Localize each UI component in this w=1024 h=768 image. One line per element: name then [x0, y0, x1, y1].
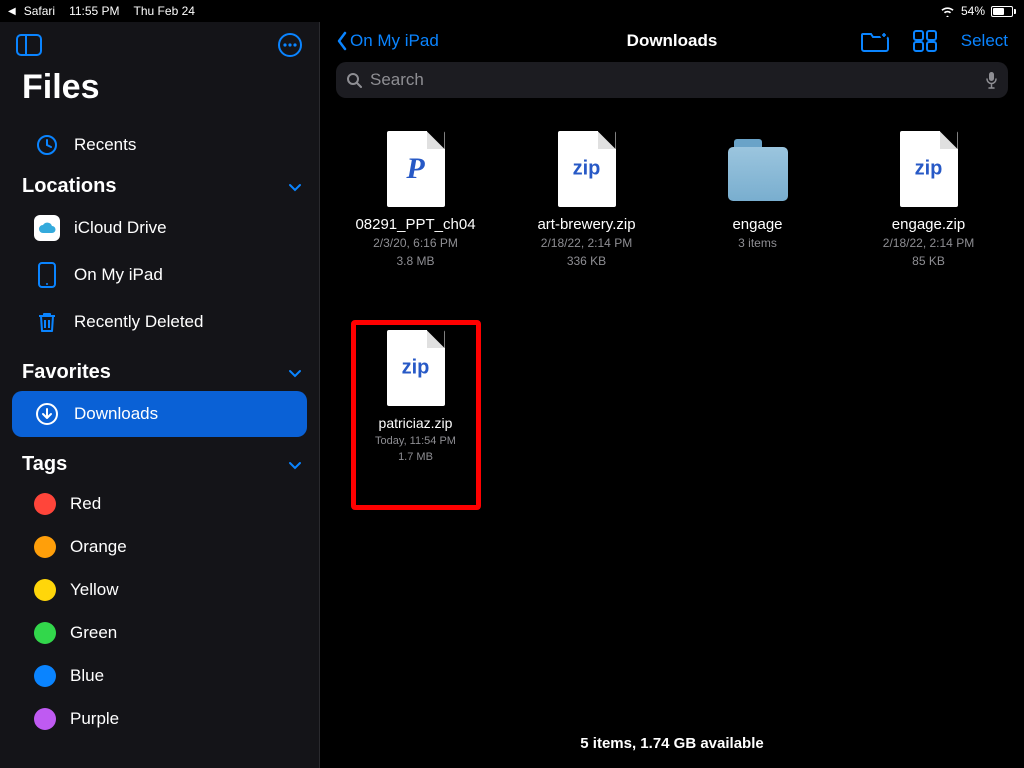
- file-name: patriciaz.zip: [379, 415, 453, 432]
- file-name: engage: [732, 216, 782, 234]
- search-icon: [346, 72, 362, 88]
- sidebar-item-on-my-ipad[interactable]: On My iPad: [12, 252, 307, 298]
- sidebar-tag-purple[interactable]: Purple: [12, 698, 307, 740]
- file-item[interactable]: zip patriciaz.zip Today, 11:54 PM 1.7 MB: [351, 320, 481, 510]
- sidebar-item-icloud-drive[interactable]: iCloud Drive: [12, 205, 307, 251]
- sidebar-title: Files: [0, 62, 319, 121]
- icloud-icon: [34, 215, 60, 241]
- sidebar-tag-red[interactable]: Red: [12, 483, 307, 525]
- files-grid: P 08291_PPT_ch04 2/3/20, 6:16 PM 3.8 MB zi…: [320, 108, 1024, 725]
- tag-dot-icon: [34, 579, 56, 601]
- back-label: On My iPad: [350, 31, 439, 51]
- battery-percent: 54%: [961, 4, 985, 18]
- chevron-left-icon: [336, 31, 348, 51]
- sidebar-item-label: Orange: [70, 537, 127, 557]
- download-icon: [34, 401, 60, 427]
- tag-dot-icon: [34, 622, 56, 644]
- new-folder-button[interactable]: [861, 30, 889, 52]
- sidebar-item-label: On My iPad: [74, 265, 163, 285]
- status-date: Thu Feb 24: [134, 4, 195, 18]
- trash-icon: [34, 309, 60, 335]
- chevron-down-icon: [287, 179, 303, 195]
- back-to-app-label[interactable]: Safari: [24, 4, 55, 18]
- sidebar-item-recents[interactable]: Recents: [12, 122, 307, 168]
- file-date: 2/18/22, 2:14 PM: [541, 236, 632, 252]
- battery-icon: [991, 6, 1016, 17]
- sidebar-item-label: Downloads: [74, 404, 158, 424]
- chevron-down-icon: [287, 457, 303, 473]
- file-name: engage.zip: [892, 216, 965, 234]
- file-date: Today, 11:54 PM: [375, 434, 456, 448]
- sidebar-item-label: Recents: [74, 135, 136, 155]
- sidebar-item-label: Red: [70, 494, 101, 514]
- ipad-icon: [34, 262, 60, 288]
- select-button[interactable]: Select: [961, 31, 1008, 51]
- search-input[interactable]: [370, 70, 977, 90]
- back-button[interactable]: On My iPad: [336, 31, 439, 51]
- file-size: 3.8 MB: [396, 254, 434, 270]
- back-to-app-icon[interactable]: ◀: [8, 6, 16, 17]
- sidebar-tag-blue[interactable]: Blue: [12, 655, 307, 697]
- zip-icon: zip: [387, 330, 445, 406]
- file-size: 1.7 MB: [398, 450, 433, 464]
- tag-dot-icon: [34, 536, 56, 558]
- clock-icon: [34, 132, 60, 158]
- section-header-locations[interactable]: Locations: [0, 169, 319, 204]
- view-mode-button[interactable]: [913, 30, 937, 52]
- status-bar: ◀ Safari 11:55 PM Thu Feb 24 54%: [0, 0, 1024, 22]
- status-time: 11:55 PM: [69, 4, 119, 18]
- file-date: 3 items: [738, 236, 777, 252]
- file-name: 08291_PPT_ch04: [355, 216, 475, 234]
- sidebar-tag-orange[interactable]: Orange: [12, 526, 307, 568]
- zip-icon: zip: [558, 131, 616, 207]
- content-area: On My iPad Downloads Select: [320, 22, 1024, 768]
- tag-dot-icon: [34, 708, 56, 730]
- file-item[interactable]: engage 3 items: [674, 126, 841, 316]
- file-item[interactable]: zip engage.zip 2/18/22, 2:14 PM 85 KB: [845, 126, 1012, 316]
- file-name: art-brewery.zip: [537, 216, 635, 234]
- sidebar-item-label: Recently Deleted: [74, 312, 203, 332]
- sidebar-toggle-icon[interactable]: [16, 32, 42, 58]
- file-date: 2/18/22, 2:14 PM: [883, 236, 974, 252]
- file-item[interactable]: zip art-brewery.zip 2/18/22, 2:14 PM 336 …: [503, 126, 670, 316]
- wifi-icon: [940, 6, 955, 17]
- tag-dot-icon: [34, 493, 56, 515]
- search-bar[interactable]: [336, 62, 1008, 98]
- file-item[interactable]: P 08291_PPT_ch04 2/3/20, 6:16 PM 3.8 MB: [332, 126, 499, 316]
- sidebar-item-downloads[interactable]: Downloads: [12, 391, 307, 437]
- file-date: 2/3/20, 6:16 PM: [373, 236, 458, 252]
- file-size: 336 KB: [567, 254, 606, 270]
- section-header-tags[interactable]: Tags: [0, 447, 319, 482]
- folder-icon: [728, 139, 788, 201]
- status-footer: 5 items, 1.74 GB available: [320, 725, 1024, 768]
- sidebar-tag-green[interactable]: Green: [12, 612, 307, 654]
- file-size: 85 KB: [912, 254, 945, 270]
- sidebar-item-label: Yellow: [70, 580, 119, 600]
- document-icon: P: [387, 131, 445, 207]
- sidebar-item-recently-deleted[interactable]: Recently Deleted: [12, 299, 307, 345]
- sidebar-tag-yellow[interactable]: Yellow: [12, 569, 307, 611]
- chevron-down-icon: [287, 365, 303, 381]
- more-options-icon[interactable]: [277, 32, 303, 58]
- page-title: Downloads: [627, 31, 718, 51]
- dictate-icon[interactable]: [985, 71, 998, 89]
- tag-dot-icon: [34, 665, 56, 687]
- sidebar-item-label: Green: [70, 623, 117, 643]
- sidebar-item-label: Purple: [70, 709, 119, 729]
- zip-icon: zip: [900, 131, 958, 207]
- sidebar-item-label: Blue: [70, 666, 104, 686]
- sidebar-item-label: iCloud Drive: [74, 218, 167, 238]
- sidebar: Files Recents Locations: [0, 22, 320, 768]
- section-header-favorites[interactable]: Favorites: [0, 355, 319, 390]
